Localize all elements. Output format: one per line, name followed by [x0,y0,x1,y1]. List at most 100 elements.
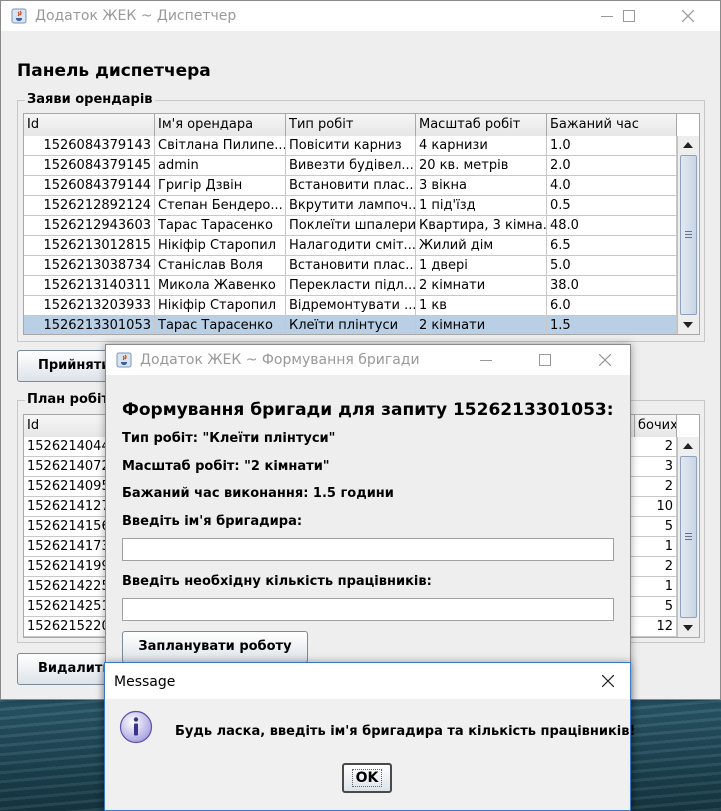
table-cell[interactable]: Нікіфір Старопил [155,296,286,316]
table-cell[interactable]: 12 [635,617,677,637]
table-cell[interactable]: 2 кімнати [416,316,547,334]
column-header-work-type[interactable]: Тип робіт [286,114,416,136]
table-cell[interactable]: 1.5 [547,316,677,334]
table-cell[interactable]: Микола Жавенко [155,276,286,296]
table-cell[interactable]: Встановити плас... [286,256,416,276]
table-cell[interactable]: 1526213140311 [24,276,155,296]
table-cell[interactable]: 3 вікна [416,176,547,196]
table-cell[interactable]: 1526213203933 [24,296,155,316]
column-header-id[interactable]: Id [24,114,155,136]
table-cell[interactable]: Жилий дім [416,236,547,256]
table-cell[interactable]: Квартира, 3 кімна... [416,216,547,236]
maximize-button[interactable] [522,345,568,375]
scroll-down-button[interactable] [678,619,699,637]
table-cell[interactable]: Вивезти будівел... [286,156,416,176]
title-bar[interactable]: Додаток ЖЕК ~ Диспетчер [1,1,720,31]
close-icon [682,10,694,22]
scroll-up-button[interactable] [678,136,699,154]
table-cell[interactable]: Повісити карниз [286,136,416,156]
table-cell[interactable]: 1526084379145 [24,156,155,176]
table-cell[interactable]: 5 [635,597,677,617]
title-bar[interactable]: Додаток ЖЕК ~ Формування бригади [106,345,630,375]
scroll-down-button[interactable] [678,316,699,334]
table-cell[interactable]: Григір Дзвін [155,176,286,196]
table-cell[interactable]: Станіслав Воля [155,256,286,276]
table-row[interactable]: 1526212892124 Степан Бендеро... Вкрутити л… [24,196,677,216]
table-cell[interactable]: admin [155,156,286,176]
table-cell[interactable]: Налагодити сміт... [286,236,416,256]
table-cell[interactable]: 2 кімнати [416,276,547,296]
table-row[interactable]: 1526084379144 Григір Дзвін Встановити плас… [24,176,677,196]
requests-table[interactable]: Id Ім'я орендара Тип робіт Масштаб робіт… [23,113,700,335]
table-cell[interactable]: Степан Бендеро... [155,196,286,216]
table-cell[interactable]: 2.0 [547,156,677,176]
table-cell[interactable]: 38.0 [547,276,677,296]
table-cell[interactable]: 48.0 [547,216,677,236]
close-button[interactable] [665,1,711,31]
table-cell[interactable]: Відремонтувати ... [286,296,416,316]
table-cell[interactable]: 6.5 [547,236,677,256]
scroll-up-button[interactable] [678,437,699,455]
table-row[interactable]: 1526213301053 Тарас Тарасенко Клеїти плінт… [24,316,677,334]
table-cell[interactable]: 4.0 [547,176,677,196]
schedule-work-button[interactable]: Запланувати роботу [122,631,308,663]
table-cell[interactable]: 1526212943603 [24,216,155,236]
column-header-workers[interactable]: бочих [635,415,677,437]
column-header-tenant-name[interactable]: Ім'я орендара [155,114,286,136]
table-cell[interactable]: 1 під'їзд [416,196,547,216]
table-cell[interactable]: 1526084379144 [24,176,155,196]
table-row[interactable]: 1526084379143 Світлана Пилипе... Повісити … [24,136,677,156]
scroll-thumb[interactable] [680,155,697,315]
table-cell[interactable]: 2 [635,557,677,577]
table-row[interactable]: 1526213012815 Нікіфір Старопил Налагодити … [24,236,677,256]
column-header-desired-time[interactable]: Бажаний час [547,114,677,136]
table-cell[interactable]: 5 [635,517,677,537]
table-cell[interactable]: Клеїти плінтуси [286,316,416,334]
table-cell[interactable]: 1526212892124 [24,196,155,216]
table-row[interactable]: 1526084379145 admin Вивезти будівел... 20 к… [24,156,677,176]
table-cell[interactable]: 1526084379143 [24,136,155,156]
table-row[interactable]: 1526212943603 Тарас Тарасенко Поклеїти шпа… [24,216,677,236]
table-row[interactable]: 1526213203933 Нікіфір Старопил Відремонтув… [24,296,677,316]
table-cell[interactable]: Перекласти підл... [286,276,416,296]
table-cell[interactable]: 3 [635,457,677,477]
table-cell[interactable]: 4 карнизи [416,136,547,156]
table-cell[interactable]: Поклеїти шпалери [286,216,416,236]
table-cell[interactable]: Світлана Пилипе... [155,136,286,156]
table-cell[interactable]: Встановити плас... [286,176,416,196]
table-cell[interactable]: 0.5 [547,196,677,216]
table-row[interactable]: 1526213140311 Микола Жавенко Перекласти пі… [24,276,677,296]
table-cell[interactable]: 1 кв [416,296,547,316]
ok-button[interactable]: OK [342,763,392,793]
column-header-work-scale[interactable]: Масштаб робіт [416,114,547,136]
table-cell[interactable]: 20 кв. метрів [416,156,547,176]
table-cell[interactable]: 1526213038734 [24,256,155,276]
table-cell[interactable]: 1 двері [416,256,547,276]
title-bar[interactable]: Message [105,663,630,699]
table-cell[interactable]: 1 [635,577,677,597]
table-cell[interactable]: Тарас Тарасенко [155,216,286,236]
workers-count-input[interactable] [122,598,614,621]
table-cell[interactable]: Нікіфір Старопил [155,236,286,256]
work-plan-table-scrollbar[interactable] [677,437,699,637]
maximize-button[interactable] [606,1,652,31]
table-cell[interactable]: 2 [635,437,677,457]
table-row[interactable]: 1526213038734 Станіслав Воля Встановити пл… [24,256,677,276]
table-cell[interactable]: 1526213012815 [24,236,155,256]
table-cell[interactable]: 1.0 [547,136,677,156]
close-button[interactable] [585,663,631,699]
scroll-thumb[interactable] [680,456,697,618]
table-cell[interactable]: 2 [635,477,677,497]
close-button[interactable] [582,345,628,375]
table-cell[interactable]: 1526213301053 [24,316,155,334]
requests-table-scrollbar[interactable] [677,136,699,334]
minimize-button[interactable] [463,345,509,375]
table-cell[interactable]: 5.0 [547,256,677,276]
foreman-name-input[interactable] [122,538,614,561]
table-cell[interactable]: 10 [635,497,677,517]
table-cell[interactable]: Вкрутити лампоч... [286,196,416,216]
desired-time-label: Бажаний час виконання: 1.5 години [122,486,394,501]
table-cell[interactable]: Тарас Тарасенко [155,316,286,334]
table-cell[interactable]: 1 [635,537,677,557]
table-cell[interactable]: 6.0 [547,296,677,316]
